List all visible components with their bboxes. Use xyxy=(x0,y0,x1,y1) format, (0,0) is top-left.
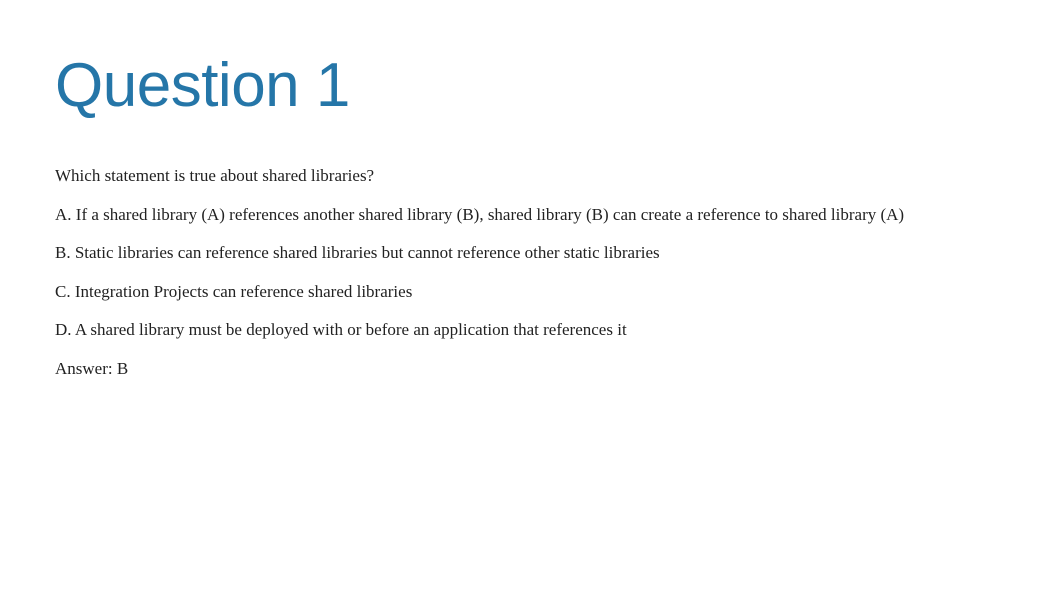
question-prompt: Which statement is true about shared lib… xyxy=(55,163,1007,189)
option-a: A. If a shared library (A) references an… xyxy=(55,202,1007,228)
question-title: Question 1 xyxy=(55,50,1007,121)
option-d: D. A shared library must be deployed wit… xyxy=(55,317,1007,343)
option-c: C. Integration Projects can reference sh… xyxy=(55,279,1007,305)
answer-line: Answer: B xyxy=(55,356,1007,382)
option-b: B. Static libraries can reference shared… xyxy=(55,240,1007,266)
